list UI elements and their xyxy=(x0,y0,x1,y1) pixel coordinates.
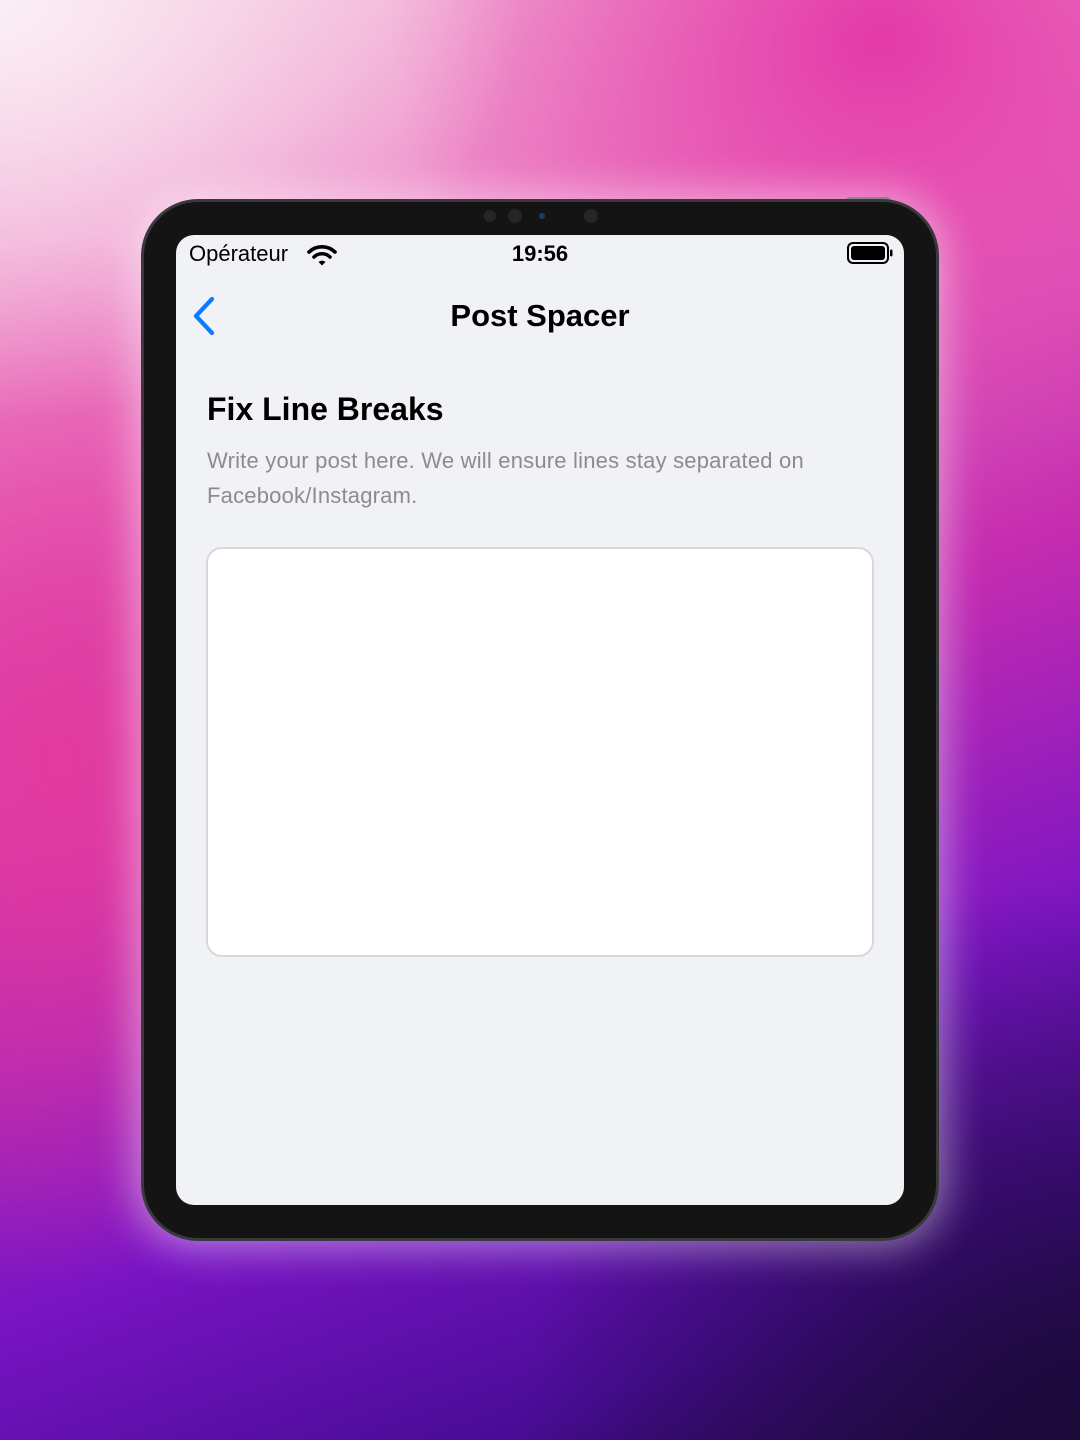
navigation-bar: Post Spacer xyxy=(176,283,904,349)
page-title: Post Spacer xyxy=(450,298,630,333)
section-title: Fix Line Breaks xyxy=(207,391,444,427)
app-screen: Opérateur 19:56 Post Spacer Fix Line Bre… xyxy=(176,235,904,1205)
post-text-input[interactable] xyxy=(206,547,874,957)
front-camera xyxy=(584,209,598,223)
status-bar: Opérateur 19:56 xyxy=(176,235,904,275)
status-time: 19:56 xyxy=(511,241,569,266)
sensor-dot xyxy=(508,209,522,223)
battery-full-icon xyxy=(847,242,893,264)
camera-lens xyxy=(539,213,545,219)
section-description: Write your post here. We will ensure lin… xyxy=(207,448,804,508)
sensor-dot xyxy=(484,210,496,222)
